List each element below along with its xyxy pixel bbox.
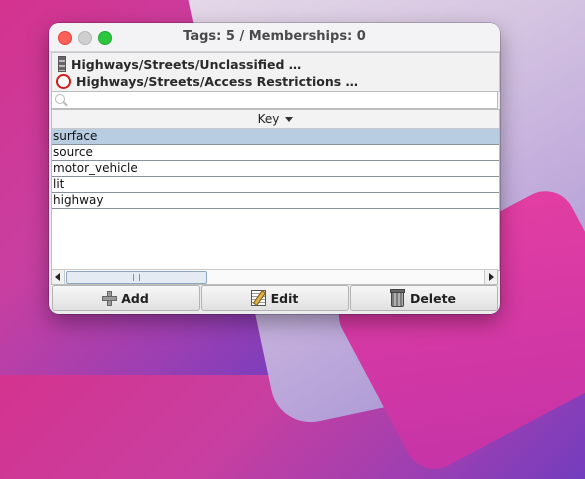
preset-list: Highways/Streets/Unclassified … Highways…: [51, 52, 500, 92]
action-buttons: Add Edit Delete: [51, 285, 498, 311]
table-rows: surface source motor_vehicle lit highway: [52, 129, 499, 209]
search-input[interactable]: [70, 92, 490, 108]
window-title: Tags: 5 / Memberships: 0: [183, 29, 366, 44]
preset-label: Highways/Streets/Unclassified …: [71, 56, 302, 72]
search-box[interactable]: [51, 91, 498, 109]
column-header-label: Key: [257, 112, 280, 126]
search-icon: [55, 94, 65, 104]
table-row[interactable]: surface: [52, 129, 499, 145]
grip-icon: [133, 274, 140, 281]
delete-button[interactable]: Delete: [349, 285, 498, 311]
edit-button[interactable]: Edit: [200, 285, 349, 311]
column-header-key[interactable]: Key: [52, 110, 499, 129]
preset-label: Highways/Streets/Access Restrictions …: [76, 73, 359, 89]
tag-editor-window: Tags: 5 / Memberships: 0 Highways/Street…: [49, 23, 500, 314]
scroll-left-arrow-icon[interactable]: [52, 270, 65, 284]
edit-icon: [250, 290, 266, 306]
horizontal-scrollbar[interactable]: [51, 269, 498, 285]
restriction-circle-icon: [56, 73, 71, 89]
table-row[interactable]: highway: [52, 193, 499, 209]
preset-link-access-restrictions[interactable]: Highways/Streets/Access Restrictions …: [56, 73, 358, 89]
road-icon: [58, 56, 66, 72]
table-row[interactable]: motor_vehicle: [52, 161, 499, 177]
plus-icon: [102, 291, 118, 306]
trash-icon: [389, 288, 405, 307]
delete-button-label: Delete: [409, 290, 457, 306]
scroll-right-arrow-icon[interactable]: [484, 270, 497, 284]
sort-descending-icon: [285, 116, 294, 122]
tag-table: Key surface source motor_vehicle lit hig…: [51, 109, 500, 271]
table-row[interactable]: lit: [52, 177, 499, 193]
edit-button-label: Edit: [270, 290, 299, 306]
preset-link-unclassified[interactable]: Highways/Streets/Unclassified …: [56, 56, 301, 72]
title-bar[interactable]: Tags: 5 / Memberships: 0: [49, 23, 500, 52]
scrollbar-thumb[interactable]: [66, 271, 207, 284]
add-button[interactable]: Add: [51, 285, 200, 311]
table-row[interactable]: source: [52, 145, 499, 161]
add-button-label: Add: [121, 290, 149, 306]
